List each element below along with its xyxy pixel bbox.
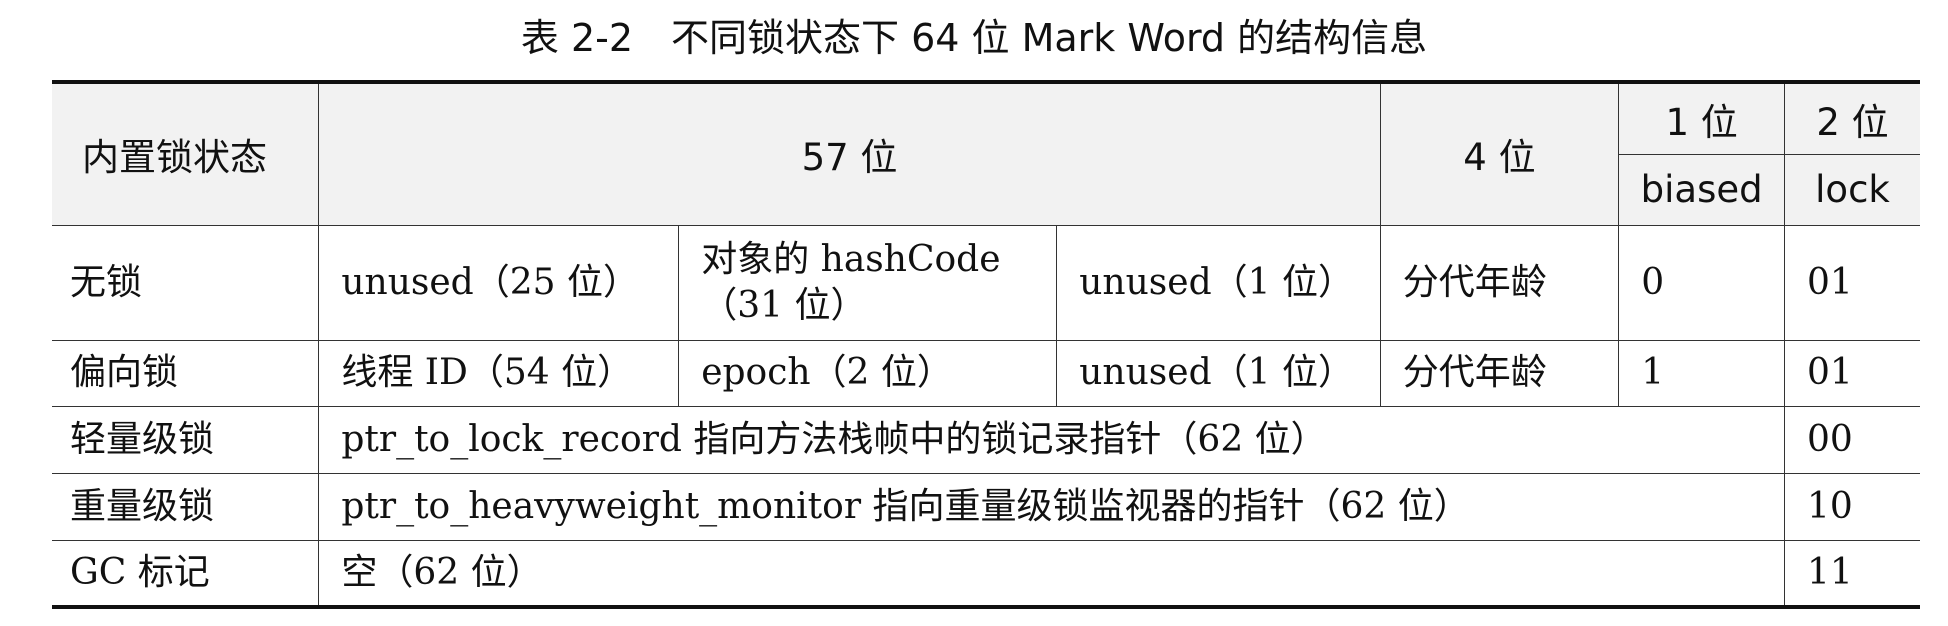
cell-state-biased: 偏向锁 [52, 339, 320, 407]
cell-unused-25: unused（25 位） [318, 224, 680, 341]
cell-heavyweight-content: ptr_to_heavyweight_monitor 指向重量级锁监视器的指针（… [318, 472, 1785, 541]
cell-lock-gc: 11 [1784, 539, 1920, 607]
header-lock-state: 内置锁状态 [52, 82, 320, 226]
cell-thread-id: 线程 ID（54 位） [318, 339, 680, 407]
cell-age-biased: 分代年龄 [1379, 339, 1620, 407]
cell-biased-biased: 1 [1618, 339, 1785, 407]
table-row-lightweight: 轻量级锁 ptr_to_lock_record 指向方法栈帧中的锁记录指针（62… [52, 405, 1920, 474]
cell-unused-1-unlocked: unused（1 位） [1056, 224, 1381, 341]
table-row-biased: 偏向锁 线程 ID（54 位） epoch（2 位） unused（1 位） 分… [52, 339, 1920, 407]
cell-lock-heavyweight: 10 [1784, 472, 1920, 541]
table-row-unlocked: 无锁 unused（25 位） 对象的 hashCode（31 位） unuse… [52, 224, 1920, 341]
cell-gc-content: 空（62 位） [318, 539, 1785, 607]
header-biased: biased [1618, 153, 1785, 226]
header-2-bits: 2 位 [1784, 82, 1920, 155]
cell-state-lightweight: 轻量级锁 [52, 405, 320, 474]
header-lock: lock [1784, 153, 1920, 226]
cell-epoch: epoch（2 位） [678, 339, 1058, 407]
cell-lock-biased: 01 [1784, 339, 1920, 407]
header-4-bits: 4 位 [1379, 82, 1620, 226]
cell-lock-lightweight: 00 [1784, 405, 1920, 474]
header-1-bit: 1 位 [1618, 82, 1785, 155]
table-row-gc: GC 标记 空（62 位） 11 [52, 539, 1920, 607]
cell-lightweight-content: ptr_to_lock_record 指向方法栈帧中的锁记录指针（62 位） [318, 405, 1785, 474]
cell-age-unlocked: 分代年龄 [1379, 224, 1620, 341]
table-caption: 表 2-2 不同锁状态下 64 位 Mark Word 的结构信息 [520, 16, 1428, 60]
cell-state-gc: GC 标记 [52, 539, 320, 607]
cell-lock-unlocked: 01 [1784, 224, 1920, 341]
table-row-heavyweight: 重量级锁 ptr_to_heavyweight_monitor 指向重量级锁监视… [52, 472, 1920, 541]
cell-unused-1-biased: unused（1 位） [1056, 339, 1381, 407]
header-row-bits: 内置锁状态 57 位 4 位 1 位 2 位 [52, 82, 1920, 226]
cell-state-unlocked: 无锁 [52, 224, 320, 341]
cell-hashcode: 对象的 hashCode（31 位） [678, 224, 1058, 341]
header-57-bits: 57 位 [318, 82, 1381, 226]
mark-word-table: 内置锁状态 57 位 4 位 1 位 2 位 biased lock 无锁 un… [52, 80, 1920, 609]
cell-biased-unlocked: 0 [1618, 224, 1785, 341]
cell-state-heavyweight: 重量级锁 [52, 472, 320, 541]
